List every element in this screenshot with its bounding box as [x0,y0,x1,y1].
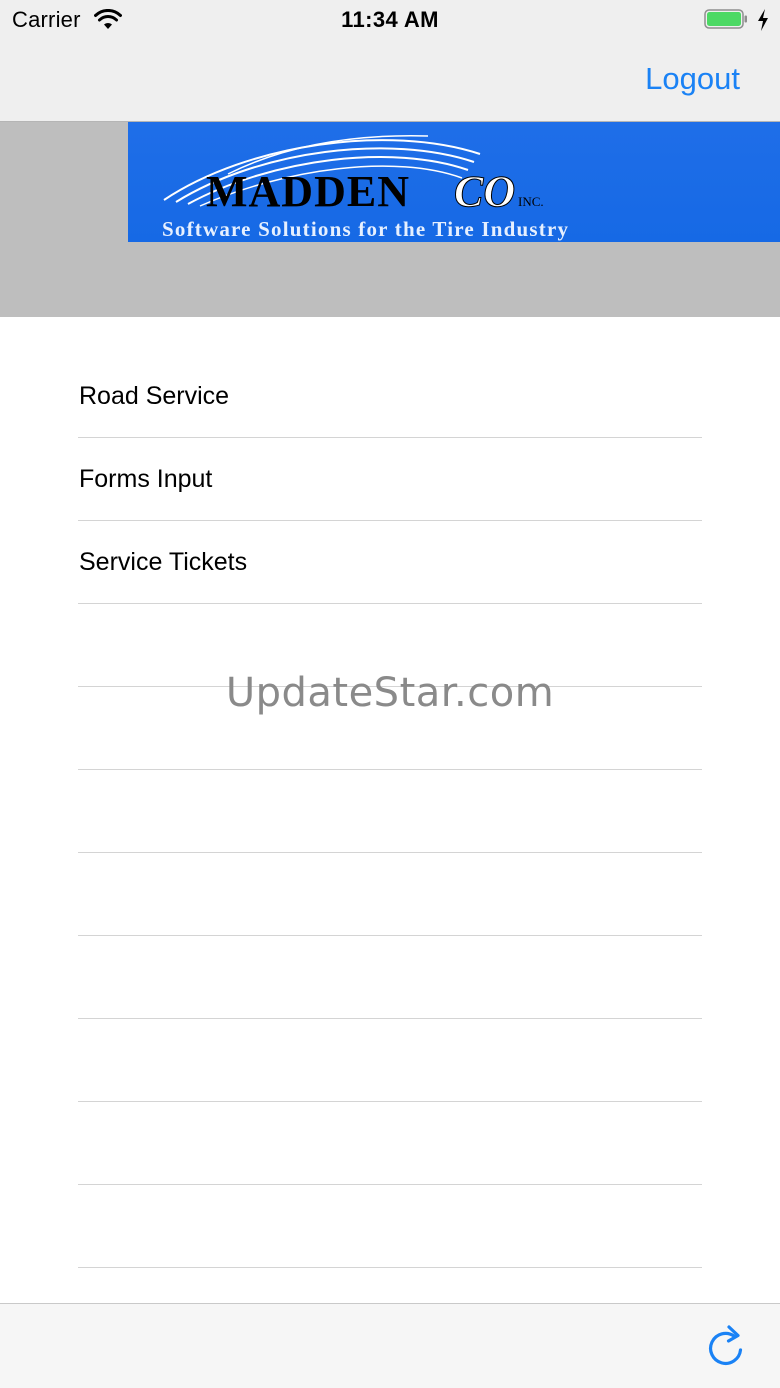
menu-item-empty [78,1102,702,1185]
logo-co: CO [454,167,515,216]
watermark: UpdateStar.com [225,670,555,716]
logo-inc: INC. [518,194,544,209]
clock: 11:34 AM [341,7,439,32]
maddenco-logo: MADDEN CO INC. Software Solutions for th… [128,122,780,242]
menu-item-empty [78,1019,702,1102]
menu-list: Road Service Forms Input Service Tickets [78,355,702,1268]
menu-item-empty [78,1185,702,1268]
menu-item-service-tickets[interactable]: Service Tickets [78,521,702,604]
menu-item-empty [78,770,702,853]
logout-button[interactable]: Logout [645,61,740,97]
menu-item-road-service[interactable]: Road Service [78,355,702,438]
menu-item-label: Service Tickets [79,548,248,576]
battery-icon [704,9,747,29]
banner-area: MADDEN CO INC. Software Solutions for th… [0,122,780,317]
status-bar: Carrier 11:34 AM [0,0,780,40]
logo-tagline: Software Solutions for the Tire Industry [162,217,569,241]
menu-item-label: Forms Input [79,465,213,493]
menu-item-empty [78,936,702,1019]
menu-item-empty [78,853,702,936]
logo-name: MADDEN [206,167,410,216]
refresh-icon[interactable] [704,1324,748,1368]
menu-item-label: Road Service [79,382,230,410]
menu-item-forms-input[interactable]: Forms Input [78,438,702,521]
charging-icon [758,9,768,31]
bottom-toolbar [0,1303,780,1388]
navigation-bar: Logout [0,40,780,122]
